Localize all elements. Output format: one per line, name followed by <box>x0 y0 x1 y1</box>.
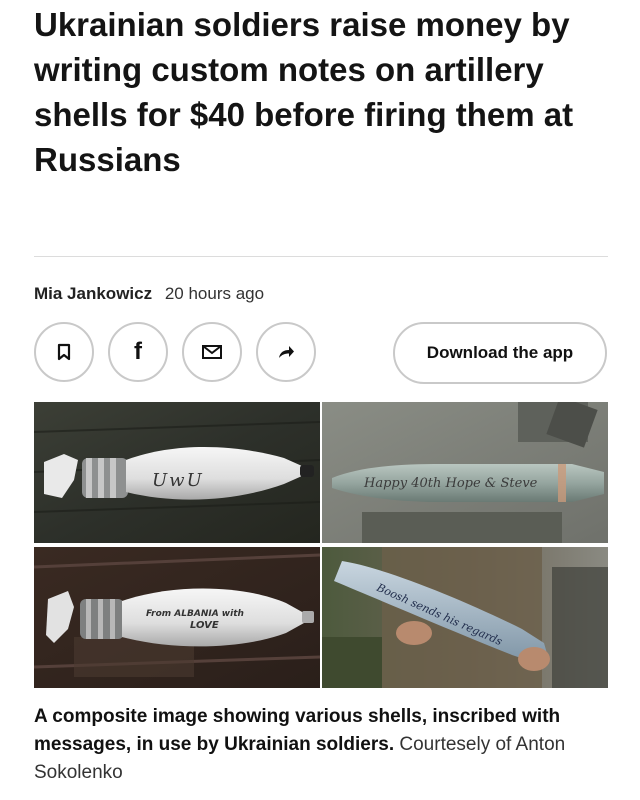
photo-composite: UwU Happy 40th Hope & Steve From ALBANIA… <box>34 402 608 688</box>
shell-1-inscription: UwU <box>152 470 204 491</box>
email-share-button[interactable] <box>182 322 242 382</box>
photo-shell-albania[interactable]: From ALBANIA with LOVE <box>34 547 320 688</box>
timestamp: 20 hours ago <box>164 284 265 303</box>
bookmark-icon <box>57 343 71 361</box>
bookmark-button[interactable] <box>34 322 94 382</box>
facebook-share-button[interactable]: f <box>108 322 168 382</box>
photo-caption: A composite image showing various shells… <box>34 703 608 787</box>
header-divider <box>34 256 608 257</box>
article-headline: Ukrainian soldiers raise money by writin… <box>34 6 574 178</box>
email-icon <box>202 345 222 359</box>
shell-3-inscription: From ALBANIA with LOVE <box>146 609 244 631</box>
shell-3-inscription-line1: From ALBANIA with <box>146 609 244 619</box>
photo-shell-uwu[interactable]: UwU <box>34 402 320 543</box>
shell-2-inscription: Happy 40th Hope & Steve <box>364 476 538 491</box>
share-arrow-icon <box>279 346 294 358</box>
shell-3-inscription-line2: LOVE <box>190 620 219 631</box>
share-button[interactable] <box>256 322 316 382</box>
photo-shell-happy-40th[interactable]: Happy 40th Hope & Steve <box>322 402 608 543</box>
facebook-icon: f <box>134 338 142 365</box>
author-name[interactable]: Mia Jankowicz <box>34 284 152 303</box>
photo-shell-boosh[interactable]: Boosh sends his regards <box>322 547 608 688</box>
byline: Mia Jankowicz 20 hours ago <box>34 284 264 304</box>
share-bar: f <box>34 322 316 384</box>
download-app-button[interactable]: Download the app <box>393 322 607 384</box>
